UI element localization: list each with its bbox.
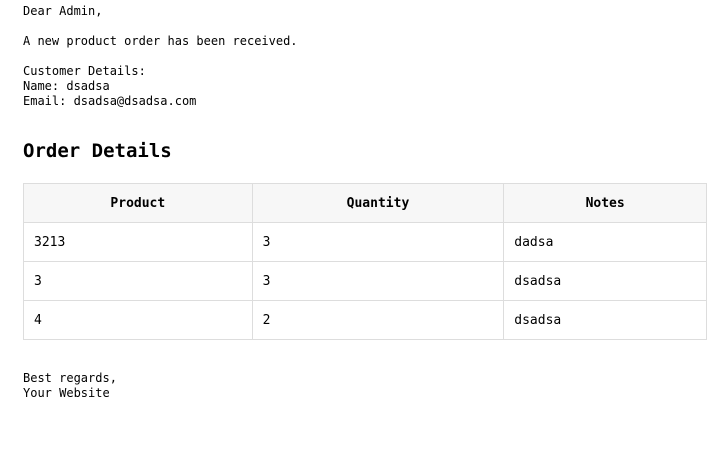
- email-body: Dear Admin, A new product order has been…: [23, 4, 707, 401]
- table-header-row: Product Quantity Notes: [23, 183, 707, 223]
- greeting-text: Dear Admin,: [23, 4, 103, 18]
- table-row: 3213 3 dadsa: [23, 222, 707, 262]
- column-header-product: Product: [23, 183, 253, 223]
- customer-details-heading: Customer Details:: [23, 64, 146, 78]
- product-cell: 3: [23, 261, 253, 301]
- column-header-notes: Notes: [503, 183, 707, 223]
- quantity-cell: 2: [251, 300, 505, 340]
- sender-name: Your Website: [23, 386, 110, 400]
- customer-name: Name: dsadsa: [23, 79, 110, 93]
- table-row: 4 2 dsadsa: [23, 300, 707, 340]
- product-cell: 4: [23, 300, 253, 340]
- order-details-title: Order Details: [23, 140, 172, 162]
- customer-email: Email: dsadsa@dsadsa.com: [23, 94, 197, 108]
- table-row: 3 3 dsadsa: [23, 261, 707, 301]
- product-cell: 3213: [23, 222, 253, 262]
- quantity-cell: 3: [251, 222, 505, 262]
- signoff: Best regards, Your Website: [23, 371, 707, 401]
- notes-cell: dsadsa: [503, 261, 707, 301]
- closing-line: Best regards,: [23, 371, 117, 385]
- notes-cell: dsadsa: [503, 300, 707, 340]
- quantity-cell: 3: [251, 261, 505, 301]
- notes-cell: dadsa: [503, 222, 707, 262]
- customer-details: Customer Details: Name: dsadsa Email: ds…: [23, 64, 707, 109]
- order-table: Product Quantity Notes 3213 3 dadsa 3 3 …: [23, 183, 707, 340]
- column-header-quantity: Quantity: [251, 183, 505, 223]
- intro-text: A new product order has been received.: [23, 34, 298, 48]
